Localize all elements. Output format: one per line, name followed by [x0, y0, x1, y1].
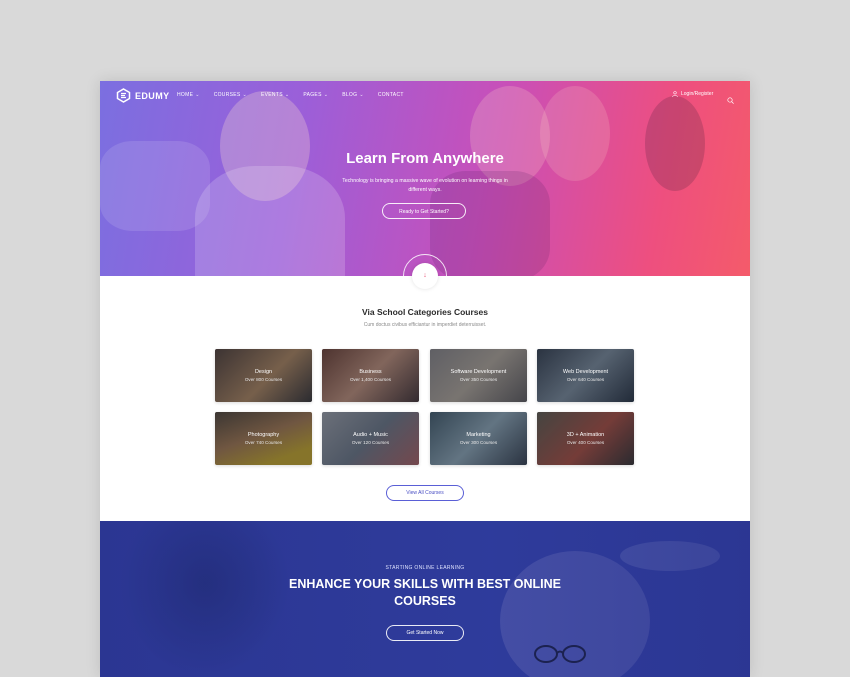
category-count: Over 400 Courses — [566, 440, 605, 445]
category-name: Business — [359, 369, 382, 375]
search-icon[interactable] — [727, 91, 734, 104]
hero-title: Learn From Anywhere — [346, 150, 504, 167]
card-overlay — [322, 412, 419, 465]
chevron-down-icon: ⌄ — [359, 92, 364, 98]
menu-item-label: CONTACT — [377, 92, 404, 98]
category-card-audio-music[interactable]: Audio + Music Over 120 Courses — [322, 412, 419, 465]
chevron-down-icon: ⌄ — [323, 92, 329, 98]
category-card-web-development[interactable]: Web Development Over 640 Courses — [537, 349, 634, 402]
get-started-button[interactable]: Ready to Get Started? — [382, 203, 466, 219]
card-overlay — [430, 412, 527, 465]
chevron-down-icon: ⌄ — [242, 92, 248, 98]
card-overlay — [537, 349, 634, 402]
user-icon — [672, 91, 678, 98]
cta-get-started-button[interactable]: Get Started Now — [386, 625, 464, 641]
menu-item-blog[interactable]: BLOG ⌄ — [342, 92, 364, 98]
menu-item-label: PAGES — [303, 92, 322, 98]
category-name: Audio + Music — [353, 432, 388, 438]
category-card-business[interactable]: Business Over 1,400 Courses — [322, 349, 419, 402]
category-card-design[interactable]: Design Over 800 Courses — [215, 349, 312, 402]
page: EDUMY HOME ⌄ COURSES ⌄ EVENTS ⌄ PAGES ⌄ — [100, 81, 750, 677]
category-count: Over 740 Courses — [244, 440, 283, 445]
categories-subtitle: Cum doctus civibus efficiantur in imperd… — [363, 322, 487, 328]
card-overlay — [322, 349, 419, 402]
menu-item-label: HOME — [177, 92, 194, 98]
hero-subtitle: Technology is bringing a massive wave of… — [342, 178, 508, 193]
category-name: Web Development — [562, 369, 609, 375]
category-count: Over 120 Courses — [351, 440, 390, 445]
categories-title: Via School Categories Courses — [362, 307, 488, 317]
chevron-down-icon: ⌄ — [195, 92, 200, 98]
main-menu: HOME ⌄ COURSES ⌄ EVENTS ⌄ PAGES ⌄ BLOG ⌄… — [177, 92, 418, 98]
logo-text: EDUMY — [135, 90, 170, 101]
category-card-3d-animation[interactable]: 3D + Animation Over 400 Courses — [537, 412, 634, 465]
category-count: Over 300 Courses — [459, 440, 498, 445]
category-card-software-development[interactable]: Software Development Over 350 Courses — [430, 349, 527, 402]
category-name: 3D + Animation — [566, 432, 605, 438]
category-name: Design — [254, 369, 273, 375]
menu-item-label: COURSES — [213, 92, 241, 98]
view-all-courses-button[interactable]: View All Courses — [386, 485, 464, 501]
menu-item-home[interactable]: HOME ⌄ — [177, 92, 200, 98]
category-count: Over 1,400 Courses — [349, 377, 392, 382]
category-count: Over 640 Courses — [566, 377, 605, 382]
card-overlay — [215, 412, 312, 465]
category-name: Software Development — [450, 369, 507, 375]
category-card-photography[interactable]: Photography Over 740 Courses — [215, 412, 312, 465]
menu-item-courses[interactable]: COURSES ⌄ — [214, 92, 247, 98]
login-register-link[interactable]: Login/Register — [672, 91, 714, 98]
top-nav: EDUMY HOME ⌄ COURSES ⌄ EVENTS ⌄ PAGES ⌄ — [100, 81, 750, 111]
category-count: Over 350 Courses — [459, 377, 498, 382]
menu-item-pages[interactable]: PAGES ⌄ — [303, 92, 328, 98]
category-name: Marketing — [466, 432, 491, 438]
logo[interactable]: EDUMY — [116, 88, 170, 103]
glasses-shape — [534, 645, 586, 663]
menu-item-contact[interactable]: CONTACT — [378, 92, 404, 98]
hero-section: EDUMY HOME ⌄ COURSES ⌄ EVENTS ⌄ PAGES ⌄ — [100, 81, 750, 276]
menu-item-events[interactable]: EVENTS ⌄ — [261, 92, 289, 98]
card-overlay — [537, 412, 634, 465]
hero-photo-shape — [195, 166, 345, 276]
cta-section: STARTING ONLINE LEARNING ENHANCE YOUR SK… — [100, 521, 750, 677]
menu-item-label: EVENTS — [261, 92, 283, 98]
category-name: Photography — [247, 432, 280, 438]
category-card-marketing[interactable]: Marketing Over 300 Courses — [430, 412, 527, 465]
menu-item-label: BLOG — [342, 92, 358, 98]
card-overlay — [430, 349, 527, 402]
card-overlay — [215, 349, 312, 402]
category-count: Over 800 Courses — [244, 377, 283, 382]
login-label: Login/Register — [681, 91, 714, 97]
arrow-down-icon: ↓ — [423, 272, 427, 279]
chevron-down-icon: ⌄ — [284, 92, 290, 98]
cta-title: ENHANCE YOUR SKILLS WITH BEST ONLINE COU… — [288, 577, 561, 608]
logo-icon — [116, 88, 131, 103]
cta-kicker: STARTING ONLINE LEARNING — [385, 565, 465, 571]
